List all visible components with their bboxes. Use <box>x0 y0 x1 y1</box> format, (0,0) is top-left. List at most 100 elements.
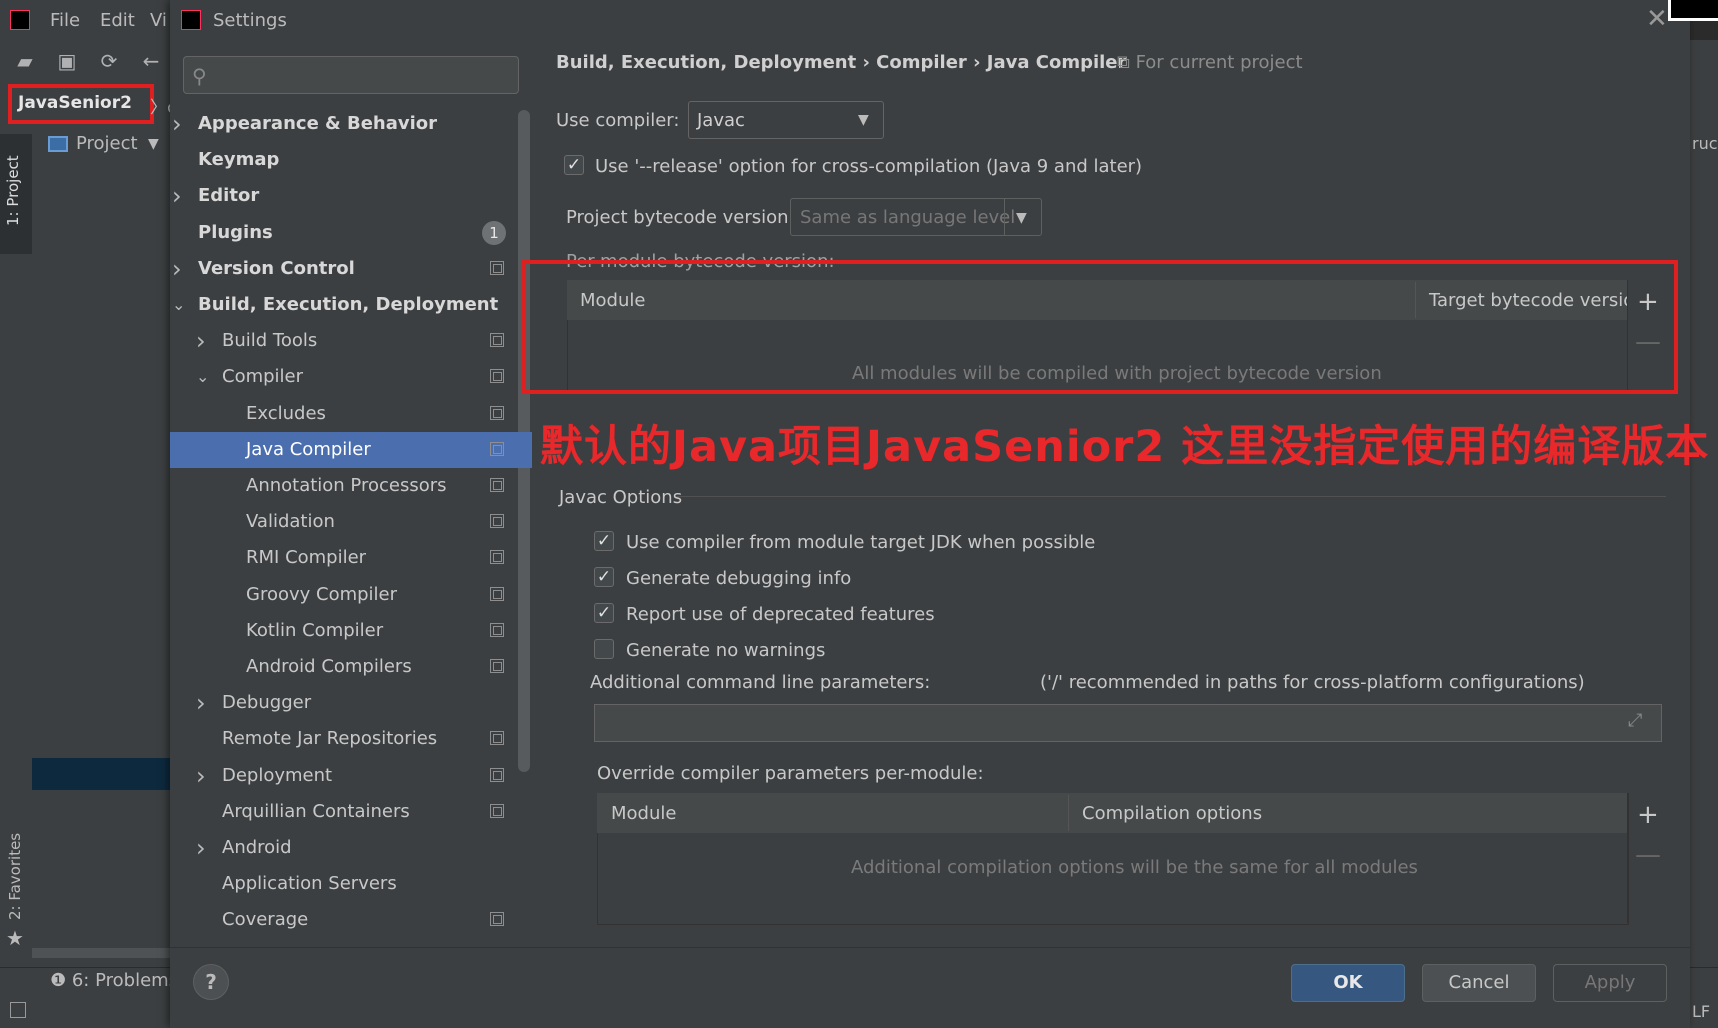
search-icon[interactable]: ⚲ <box>192 64 207 88</box>
layout-icon[interactable] <box>10 1002 26 1018</box>
project-scope-icon <box>490 333 504 347</box>
breadcrumb-project[interactable]: JavaSenior2 <box>18 93 132 113</box>
release-option-label[interactable]: Use '--release' option for cross-compila… <box>595 156 1142 177</box>
tree-item-label: Groovy Compiler <box>246 584 398 605</box>
content-breadcrumb: Build, Execution, Deployment › Compiler … <box>556 52 1127 73</box>
tree-item[interactable]: › Appearance & Behavior <box>170 106 532 142</box>
chevron-down-icon[interactable]: ⌄ <box>172 287 185 323</box>
project-panel <box>32 124 170 967</box>
tree-item[interactable]: Remote Jar Repositories <box>170 721 532 757</box>
tree-item[interactable]: Annotation Processors <box>170 468 532 504</box>
tree-item-label: RMI Compiler <box>246 547 367 568</box>
javac-option-checkbox[interactable]: ✓ <box>594 531 614 551</box>
right-strip-text[interactable]: ruc <box>1692 134 1718 153</box>
tool-tab-project-label[interactable]: 1: Project <box>4 155 22 226</box>
open-folder-icon[interactable]: ▰ <box>14 50 36 72</box>
annotation-text: 默认的Java项目JavaSenior2 这里没指定使用的编译版本 <box>540 422 1710 472</box>
tree-item[interactable]: ⌄ Build, Execution, Deployment <box>170 287 532 323</box>
chevron-right-icon[interactable]: › <box>196 830 206 866</box>
project-scope-icon <box>490 369 504 383</box>
tool-tab-problems[interactable]: ❶ 6: Problems <box>50 970 178 991</box>
tree-item[interactable]: › Deployment <box>170 758 532 794</box>
tree-item[interactable]: › Build Tools <box>170 323 532 359</box>
tree-item[interactable]: Coverage <box>170 902 532 938</box>
javac-option-checkbox[interactable]: ✓ <box>594 603 614 623</box>
tree-item[interactable]: Keymap <box>170 142 532 178</box>
project-scope-icon <box>490 731 504 745</box>
cmd-params-input[interactable] <box>594 704 1662 742</box>
save-icon[interactable]: ▣ <box>56 50 78 72</box>
project-scope-icon <box>490 768 504 782</box>
tree-item[interactable]: Groovy Compiler <box>170 577 532 613</box>
project-view-dropdown[interactable]: Project <box>76 133 138 154</box>
tree-item-label: Build Tools <box>222 330 318 351</box>
dialog-titlebar[interactable] <box>170 0 1690 40</box>
tree-item[interactable]: › Debugger <box>170 685 532 721</box>
tree-item[interactable]: › Version Control <box>170 251 532 287</box>
javac-option-label[interactable]: Report use of deprecated features <box>626 604 935 625</box>
tree-item[interactable]: Java Compiler <box>170 432 532 468</box>
tool-tab-favorites-label[interactable]: 2: Favorites <box>6 833 24 920</box>
tree-item[interactable]: › Android <box>170 830 532 866</box>
combo-divider <box>1004 199 1005 235</box>
tree-item[interactable]: Plugins <box>170 215 532 251</box>
tree-item[interactable]: ⌄ Compiler <box>170 359 532 395</box>
menu-edit[interactable]: Edit <box>100 10 135 31</box>
chevron-right-icon[interactable]: › <box>196 323 206 359</box>
column-separator[interactable] <box>1068 795 1069 831</box>
project-scope-icon <box>490 659 504 673</box>
col-module[interactable]: Module <box>611 803 676 824</box>
line-separator-status[interactable]: LF <box>1692 1002 1710 1021</box>
tree-item-label: Arquillian Containers <box>222 801 410 822</box>
col-compilation-options[interactable]: Compilation options <box>1082 803 1262 824</box>
chevron-down-icon[interactable]: ▼ <box>1016 210 1027 226</box>
tree-item[interactable]: Validation <box>170 504 532 540</box>
chevron-down-icon[interactable]: ⌄ <box>196 359 209 395</box>
horizontal-scrollbar[interactable] <box>32 948 170 958</box>
tree-item[interactable]: Excludes <box>170 396 532 432</box>
tree-item[interactable]: › Editor <box>170 178 532 214</box>
back-arrow-icon[interactable]: ← <box>140 50 162 72</box>
remove-icon[interactable]: — <box>1635 840 1661 870</box>
chevron-right-icon[interactable]: › <box>196 685 206 721</box>
apply-button[interactable]: Apply <box>1553 964 1667 1002</box>
section-separator <box>676 496 1666 497</box>
project-scope-icon <box>490 550 504 564</box>
javac-options-title: Javac Options <box>559 487 683 508</box>
close-icon[interactable]: ✕ <box>1646 4 1668 34</box>
tree-item[interactable]: Android Compilers <box>170 649 532 685</box>
javac-option-label[interactable]: Use compiler from module target JDK when… <box>626 532 1095 553</box>
chevron-down-icon[interactable]: ▼ <box>148 136 159 152</box>
tree-item[interactable]: Application Servers <box>170 866 532 902</box>
javac-option-checkbox[interactable] <box>594 639 614 659</box>
star-icon[interactable]: ★ <box>6 926 24 950</box>
chevron-right-icon[interactable]: › <box>172 106 182 142</box>
tree-item[interactable]: Arquillian Containers <box>170 794 532 830</box>
add-icon[interactable]: + <box>1637 800 1659 830</box>
release-option-checkbox[interactable]: ✓ <box>564 155 584 175</box>
bytecode-version-value[interactable]: Same as language level <box>800 207 1015 228</box>
settings-search-input[interactable] <box>183 56 519 94</box>
tree-item[interactable]: Kotlin Compiler <box>170 613 532 649</box>
expand-icon[interactable]: ⤢ <box>1628 710 1642 731</box>
chevron-right-icon[interactable]: › <box>172 178 182 214</box>
cancel-button[interactable]: Cancel <box>1422 964 1536 1002</box>
menu-view[interactable]: Vi <box>150 10 167 31</box>
project-tree-selected-row[interactable] <box>32 758 170 790</box>
use-compiler-value[interactable]: Javac <box>697 110 745 131</box>
ok-button[interactable]: OK <box>1291 964 1405 1002</box>
chevron-right-icon[interactable]: › <box>172 251 182 287</box>
tree-item-label: Annotation Processors <box>246 475 447 496</box>
tree-item-label: Compiler <box>222 366 304 387</box>
sync-icon[interactable]: ⟳ <box>98 50 120 72</box>
javac-option-checkbox[interactable]: ✓ <box>594 567 614 587</box>
chevron-right-icon[interactable]: › <box>196 758 206 794</box>
tree-item-label: Java Compiler <box>246 439 371 460</box>
for-current-project-label: For current project <box>1135 52 1303 73</box>
menu-file[interactable]: File <box>50 10 80 31</box>
javac-option-label[interactable]: Generate debugging info <box>626 568 851 589</box>
help-button[interactable]: ? <box>193 964 229 1000</box>
javac-option-label[interactable]: Generate no warnings <box>626 640 825 661</box>
tree-item[interactable]: RMI Compiler <box>170 540 532 576</box>
chevron-down-icon[interactable]: ▼ <box>858 112 869 128</box>
